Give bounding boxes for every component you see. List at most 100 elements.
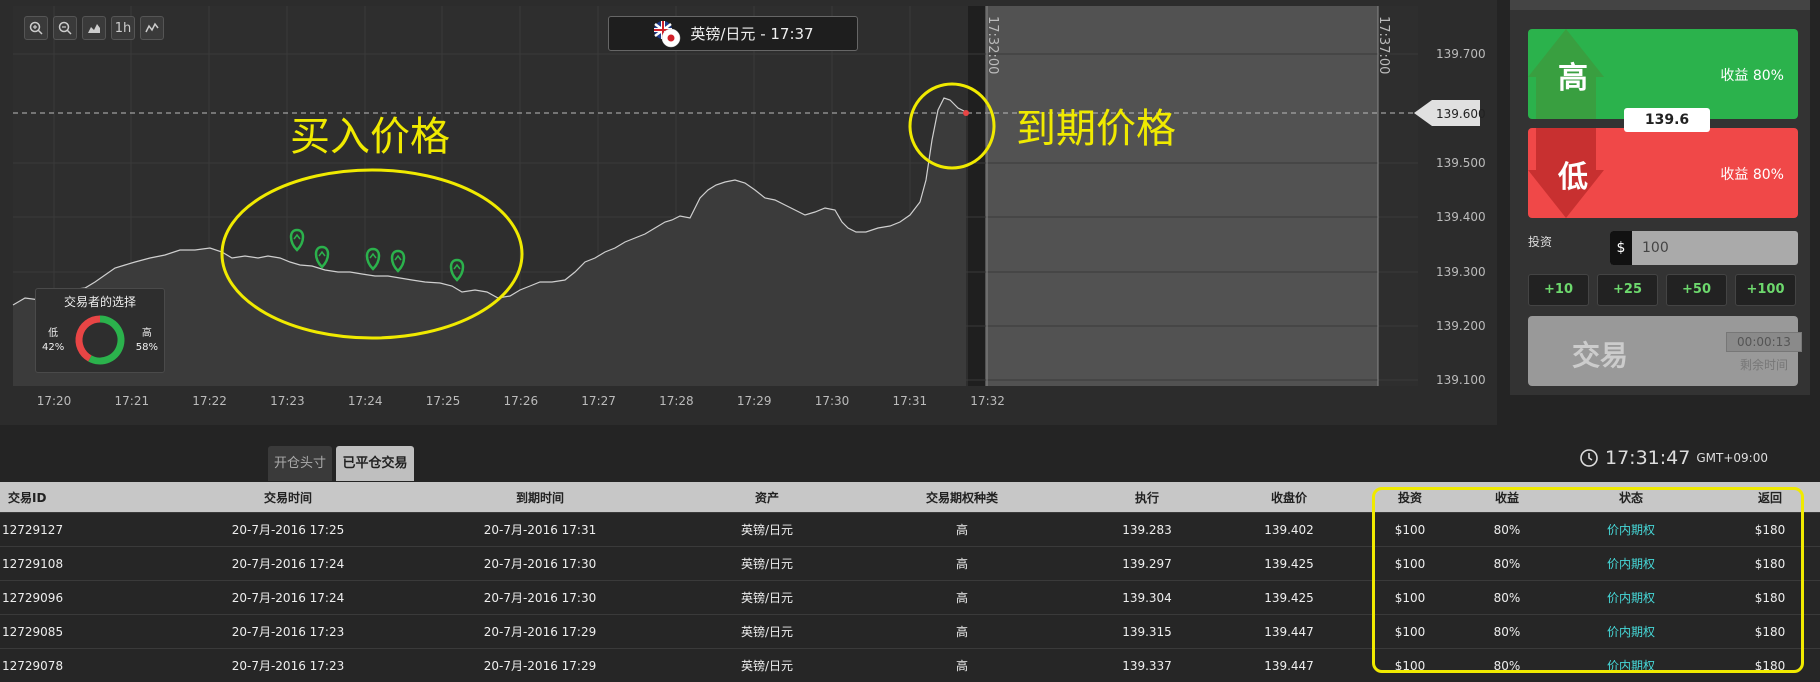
quick-amount-button[interactable]: +10	[1528, 274, 1589, 306]
table-cell: 价内期权	[1606, 591, 1655, 605]
time-tick-label: 17:26	[504, 394, 539, 408]
trader-choice-title: 交易者的选择	[63, 295, 136, 309]
quick-amount-button[interactable]: +25	[1597, 274, 1658, 306]
table-cell: 139.447	[1264, 658, 1314, 673]
area-chart-icon[interactable]	[82, 16, 106, 40]
price-tick-label: 139.400	[1436, 210, 1486, 224]
column-header: 交易期权种类	[925, 490, 998, 505]
server-clock: 17:31:47 GMT+09:00	[1579, 447, 1768, 469]
trade-button[interactable]: 交易 00:00:13 剩余时间	[1528, 316, 1802, 386]
table-cell: 20-7月-2016 17:29	[483, 625, 597, 639]
table-row[interactable]: 12729085 20-7月-2016 17:23 20-7月-2016 17:29…	[0, 614, 1820, 648]
price-chart[interactable]: 17:32:00 17:37:00 139.700139.500139.4001…	[0, 0, 1497, 425]
low-button[interactable]: 低 收益 80%	[1528, 128, 1798, 218]
table-cell: 80%	[1493, 624, 1521, 639]
column-header: 到期时间	[515, 490, 564, 505]
expiry-gap	[968, 6, 985, 386]
table-cell: 20-7月-2016 17:30	[483, 557, 597, 571]
current-price-dot	[963, 110, 969, 116]
asset-selector[interactable]: 英镑/日元 - 17:37	[608, 16, 858, 51]
table-cell: 高	[955, 523, 968, 537]
table-cell: 高	[955, 659, 968, 673]
price-chart-panel[interactable]: 17:32:00 17:37:00 139.700 139.500 139.400 1…	[0, 0, 1497, 425]
table-row[interactable]: 12729108 20-7月-2016 17:24 20-7月-2016 17:30…	[0, 546, 1820, 580]
table-cell: 20-7月-2016 17:31	[483, 523, 597, 537]
table-cell: 价内期权	[1606, 557, 1655, 571]
time-tick-label: 17:20	[37, 394, 72, 408]
table-cell: 139.402	[1264, 522, 1314, 537]
table-cell: 80%	[1493, 556, 1521, 571]
table-cell: $100	[1394, 556, 1426, 571]
table-cell: 英镑/日元	[740, 557, 794, 571]
table-cell: $180	[1754, 556, 1786, 571]
table-row[interactable]: 12729127 20-7月-2016 17:25 20-7月-2016 17:31…	[0, 512, 1820, 546]
buy-price-annotation: 买入价格	[290, 114, 450, 160]
donut-high-segment	[88, 315, 125, 365]
expiry-time-label-2: 17:37:00	[1376, 16, 1391, 74]
table-cell: $100	[1394, 658, 1426, 673]
zoom-out-icon[interactable]	[53, 16, 77, 40]
price-axis: 139.700 139.500 139.400 139.300 139.200 139.1…	[1436, 47, 1486, 387]
table-cell: 12729078	[2, 658, 64, 673]
clock-icon	[1580, 449, 1598, 467]
table-row[interactable]: 12729078 20-7月-2016 17:23 20-7月-2016 17:29…	[0, 648, 1820, 682]
table-cell: $100	[1394, 590, 1426, 605]
table-cell: 139.315	[1122, 624, 1172, 639]
table-cell: $180	[1754, 658, 1786, 673]
table-cell: 12729085	[2, 624, 64, 639]
table-cell: 80%	[1493, 522, 1521, 537]
tab-closed-trades[interactable]: 已平仓交易	[336, 446, 414, 481]
column-header: 收益	[1494, 490, 1519, 505]
line-chart-icon[interactable]	[140, 16, 164, 40]
time-tick-label: 17:30	[815, 394, 850, 408]
trading-app: 17:32:00 17:37:00 139.700 139.500 139.400 1…	[0, 0, 1820, 682]
zoom-in-icon[interactable]	[24, 16, 48, 40]
invest-value: 100	[1642, 240, 1669, 256]
table-cell: 80%	[1493, 590, 1521, 605]
table-cell: 英镑/日元	[740, 523, 794, 537]
column-header: 状态	[1618, 490, 1643, 505]
table-cell: 英镑/日元	[740, 659, 794, 673]
table-cell: 20-7月-2016 17:23	[231, 625, 345, 639]
price-tick-label: 139.100	[1436, 373, 1486, 387]
trader-choice-low: 低 42%	[42, 328, 65, 353]
invest-input[interactable]: $ 100	[1610, 231, 1798, 265]
tab-open-positions[interactable]: 开仓头寸	[268, 446, 332, 481]
invest-label: 投资	[1528, 235, 1553, 249]
column-header: 执行	[1134, 490, 1159, 505]
table-cell: 139.337	[1122, 658, 1172, 673]
timeframe-button[interactable]: 1h	[111, 16, 135, 40]
price-tick-label: 139.300	[1436, 265, 1486, 279]
quick-amount-button[interactable]: +50	[1666, 274, 1727, 306]
column-header: 交易时间	[263, 490, 312, 505]
time-tick-label: 17:32	[970, 394, 1005, 408]
table-cell: 英镑/日元	[740, 591, 794, 605]
high-button[interactable]: 高 收益 80%	[1528, 29, 1798, 119]
trader-choice-donut	[75, 315, 125, 365]
table-cell: 12729096	[2, 590, 64, 605]
currency-symbol: $	[1610, 231, 1632, 265]
table-cell: $180	[1754, 522, 1786, 537]
quick-amount-button[interactable]: +100	[1735, 274, 1796, 306]
table-cell: 20-7月-2016 17:24	[231, 591, 345, 605]
column-header: 资产	[754, 490, 779, 505]
table-cell: 139.283	[1122, 522, 1172, 537]
price-tick-label: 139.500	[1436, 156, 1486, 170]
current-price-tag: 139.6	[1624, 108, 1710, 132]
current-price-flag-label: 139.600	[1436, 107, 1486, 121]
table-cell: $180	[1754, 624, 1786, 639]
table-row[interactable]: 12729096 20-7月-2016 17:24 20-7月-2016 17:30…	[0, 580, 1820, 614]
time-tick-label: 17:27	[581, 394, 616, 408]
table-cell: 高	[955, 591, 968, 605]
clock-timezone: GMT+09:00	[1696, 451, 1768, 465]
clock-time: 17:31:47	[1605, 447, 1691, 469]
countdown-timer: 00:00:13	[1726, 332, 1802, 352]
table-cell: $100	[1394, 522, 1426, 537]
table-body: 12729127 20-7月-2016 17:25 20-7月-2016 17:31…	[0, 512, 1820, 682]
time-tick-label: 17:28	[659, 394, 694, 408]
quick-amounts: +10 +25 +50 +100	[1528, 274, 1796, 306]
high-label: 高	[1558, 61, 1588, 96]
price-tick-label: 139.700	[1436, 47, 1486, 61]
expiry-price-annotation: 到期价格	[1016, 106, 1176, 152]
table-cell: 20-7月-2016 17:30	[483, 591, 597, 605]
